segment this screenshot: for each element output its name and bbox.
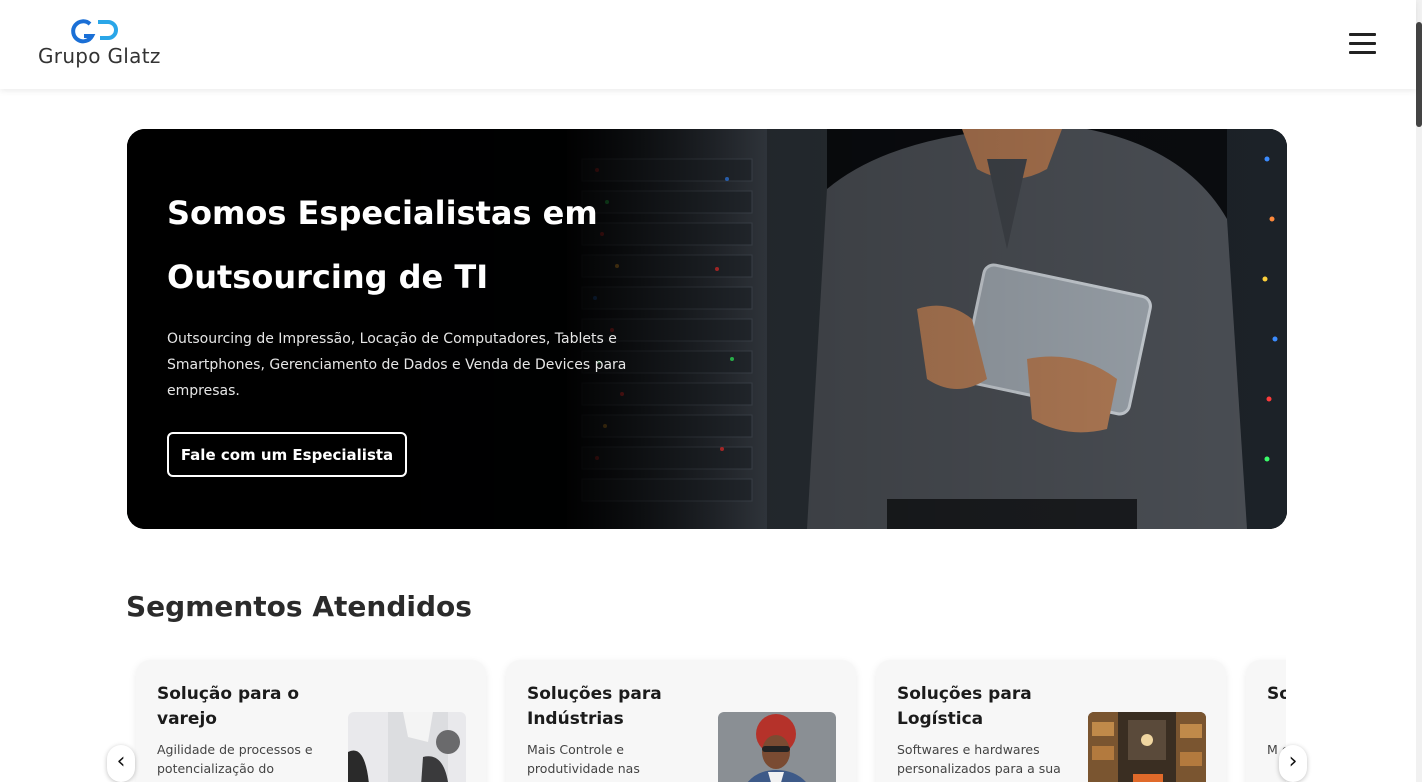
- segment-card-title: Solução para o varejo: [157, 684, 300, 729]
- segment-card-description: Softwares e hardwares personalizados par…: [897, 742, 1061, 776]
- grupo-glatz-logo[interactable]: Grupo Glatz: [36, 16, 162, 72]
- segments-carousel: Solução para o varejo Agilidade de proce…: [127, 650, 1286, 782]
- logo-text: Grupo Glatz: [38, 44, 161, 68]
- segment-card-title: Soluções para Logística: [897, 684, 1032, 729]
- hamburger-menu-icon[interactable]: [1349, 31, 1376, 57]
- segments-title: Segmentos Atendidos: [126, 590, 472, 623]
- hero-banner: Somos Especialistas em Outsourcing de TI…: [127, 129, 1287, 529]
- hero-title: Somos Especialistas em Outsourcing de TI: [167, 194, 598, 296]
- talk-to-specialist-button[interactable]: Fale com um Especialista: [167, 432, 407, 477]
- segment-card-title: So Sá: [1267, 684, 1286, 704]
- industry-worker-photo: [718, 712, 836, 782]
- segment-card-logistica[interactable]: Soluções para Logística Softwares e hard…: [876, 660, 1226, 782]
- carousel-next-button[interactable]: ›: [1279, 745, 1307, 782]
- gg-logo-mark-icon: [71, 19, 118, 44]
- page-scrollbar[interactable]: [1416, 0, 1422, 782]
- segment-card-description: Mais Controle e produtividade nas: [527, 742, 640, 776]
- retail-scanner-photo: [348, 712, 466, 782]
- segment-card-varejo[interactable]: Solução para o varejo Agilidade de proce…: [136, 660, 486, 782]
- site-header: Grupo Glatz: [0, 0, 1416, 89]
- segment-card-industrias[interactable]: Soluções para Indústrias Mais Controle e…: [506, 660, 856, 782]
- hero-description: Outsourcing de Impressão, Locação de Com…: [167, 331, 627, 399]
- segment-card-description: Agilidade de processos e potencialização…: [157, 742, 313, 776]
- scrollbar-thumb[interactable]: [1416, 22, 1422, 127]
- warehouse-photo: [1088, 712, 1206, 782]
- segment-card-title: Soluções para Indústrias: [527, 684, 662, 729]
- carousel-prev-button[interactable]: ‹: [107, 745, 135, 782]
